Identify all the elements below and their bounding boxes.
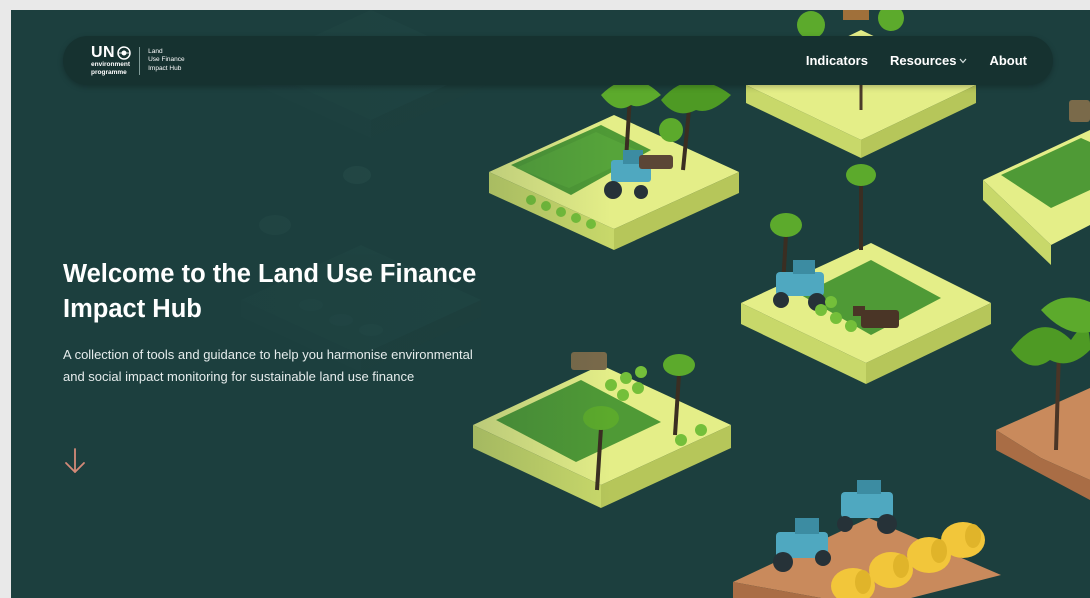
tile-right-soil (996, 297, 1090, 500)
logo-programme-text: programme (91, 68, 127, 76)
nav-resources-dropdown[interactable]: Resources (890, 53, 967, 68)
hub-name-line: Land (148, 48, 163, 56)
nav-indicators-label: Indicators (805, 53, 868, 68)
page-frame: UN environment programme Land Use Financ… (11, 10, 1090, 598)
hub-name: Land Use Finance Impact Hub (148, 48, 185, 72)
tile-middle-right (741, 164, 991, 384)
nav-about[interactable]: About (989, 53, 1027, 68)
main-nav: Indicators Resources About (806, 36, 1027, 85)
tile-bottom-right (733, 480, 1001, 598)
un-environment-logo: UN environment programme (91, 43, 131, 77)
logo-divider (139, 46, 141, 75)
hub-name-line: Impact Hub (148, 64, 182, 72)
un-emblem-icon (117, 45, 131, 60)
arrow-down-icon[interactable] (63, 447, 87, 475)
hero-title: Welcome to the Land Use Finance Impact H… (63, 260, 477, 323)
hub-name-line: Use Finance (148, 56, 185, 64)
chevron-down-icon (959, 58, 967, 63)
nav-about-label: About (989, 53, 1027, 68)
logo-un-text: UN (91, 43, 116, 61)
nav-resources-label: Resources (889, 53, 957, 68)
logo-environment-text: environment (91, 60, 131, 68)
hero-section: Welcome to the Land Use Finance Impact H… (63, 257, 533, 388)
unep-logo[interactable]: UN environment programme Land Use Financ… (91, 42, 185, 79)
hero-description: A collection of tools and guidance to he… (63, 347, 473, 384)
top-navbar: UN environment programme Land Use Financ… (63, 36, 1053, 85)
tile-right-top (983, 100, 1090, 265)
nav-indicators[interactable]: Indicators (806, 53, 868, 68)
